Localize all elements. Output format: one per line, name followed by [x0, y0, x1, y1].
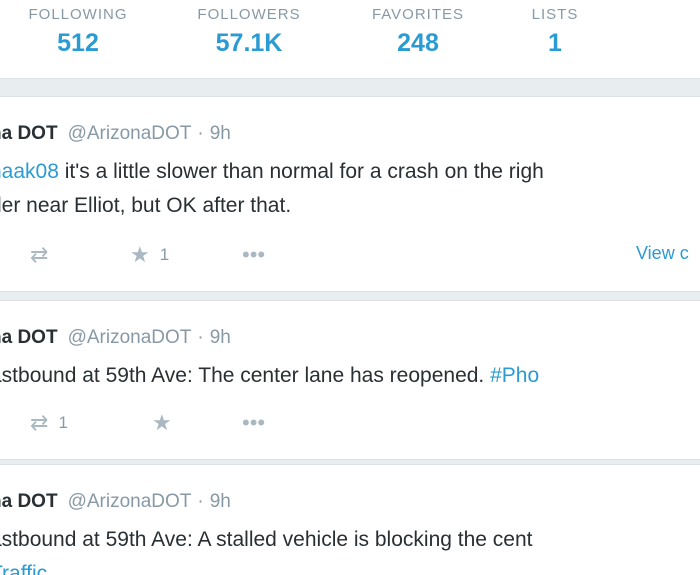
- stat-favorites-value: 248: [397, 29, 439, 57]
- hashtag-link[interactable]: Traffic: [0, 562, 47, 575]
- stat-favorites[interactable]: FAVORITES 248: [356, 0, 480, 58]
- tweet-text-line: haak08 it's a little slower than normal …: [0, 155, 700, 189]
- stat-lists-value: 1: [548, 29, 562, 57]
- tweet-text: haak08 it's a little slower than normal …: [0, 155, 700, 223]
- author-handle[interactable]: @ArizonaDOT: [68, 327, 192, 348]
- tweet-text-line: astbound at 59th Ave: The center lane ha…: [0, 359, 700, 393]
- tweet-timestamp[interactable]: 9h: [210, 327, 231, 348]
- profile-page: FOLLOWING 512 FOLLOWERS 57.1K FAVORITES …: [0, 0, 700, 575]
- more-icon: •••: [242, 410, 266, 435]
- author-name[interactable]: na DOT: [0, 123, 58, 144]
- stat-followers-value: 57.1K: [215, 29, 283, 57]
- stat-following-value: 512: [57, 29, 99, 57]
- stat-followers-label: FOLLOWERS: [197, 6, 301, 23]
- more-icon: •••: [242, 242, 266, 267]
- author-name[interactable]: na DOT: [0, 491, 58, 512]
- tweet-text: astbound at 59th Ave: A stalled vehicle …: [0, 523, 700, 575]
- more-button[interactable]: •••: [242, 241, 265, 269]
- separator-dot: ·: [197, 327, 204, 348]
- tweet-timestamp[interactable]: 9h: [210, 491, 231, 512]
- star-icon: ★: [130, 242, 150, 267]
- stat-lists[interactable]: LISTS 1: [520, 0, 590, 58]
- stat-following[interactable]: FOLLOWING 512: [14, 0, 142, 58]
- tweet[interactable]: na DOT @ArizonaDOT· 9h astbound at 59th Av…: [0, 464, 700, 575]
- profile-stats-bar: FOLLOWING 512 FOLLOWERS 57.1K FAVORITES …: [0, 0, 700, 79]
- tweet-timestamp[interactable]: 9h: [210, 123, 231, 144]
- tweet-text-line: Traffic: [0, 557, 700, 575]
- tweet-text-line: astbound at 59th Ave: A stalled vehicle …: [0, 528, 533, 551]
- tweet-text-segment: astbound at 59th Ave: The center lane ha…: [0, 364, 491, 387]
- retweet-icon: ⇄: [30, 410, 49, 435]
- tweet-text-line: der near Elliot, but OK after that.: [0, 194, 292, 217]
- favorite-button[interactable]: ★ 1: [130, 241, 169, 269]
- stat-favorites-label: FAVORITES: [371, 6, 465, 23]
- stat-followers[interactable]: FOLLOWERS 57.1K: [184, 0, 314, 58]
- retweet-count: 1: [58, 413, 68, 432]
- stat-following-label: FOLLOWING: [28, 6, 128, 23]
- stat-lists-label: LISTS: [531, 6, 579, 23]
- mention-link[interactable]: haak08: [0, 160, 59, 183]
- retweet-button[interactable]: ⇄: [30, 241, 48, 269]
- tweet-header: na DOT @ArizonaDOT· 9h: [0, 327, 231, 349]
- tweet-header: na DOT @ArizonaDOT· 9h: [0, 491, 231, 513]
- tweet[interactable]: na DOT @ArizonaDOT· 9h astbound at 59th Av…: [0, 300, 700, 460]
- tweet-actions: ⇄ 1 ★ •••: [0, 409, 700, 439]
- more-button[interactable]: •••: [242, 409, 265, 437]
- favorite-count: 1: [159, 245, 170, 264]
- tweet-actions: ⇄ ★ 1 ••• View c: [0, 241, 700, 271]
- tweet-text: astbound at 59th Ave: The center lane ha…: [0, 359, 700, 393]
- tweet-text-segment: it's a little slower than normal for a c…: [58, 160, 544, 183]
- author-name[interactable]: na DOT: [0, 327, 58, 348]
- favorite-button[interactable]: ★: [152, 409, 172, 437]
- star-icon: ★: [152, 410, 172, 435]
- view-conversation-link[interactable]: View c: [636, 243, 689, 264]
- tweet[interactable]: na DOT @ArizonaDOT· 9h haak08 it's a littl…: [0, 96, 700, 292]
- separator-dot: ·: [197, 123, 204, 144]
- tweet-header: na DOT @ArizonaDOT· 9h: [0, 123, 231, 145]
- retweet-button[interactable]: ⇄ 1: [30, 409, 68, 437]
- author-handle[interactable]: @ArizonaDOT: [68, 491, 192, 512]
- hashtag-link[interactable]: #Pho: [490, 364, 539, 387]
- retweet-icon: ⇄: [30, 242, 49, 267]
- author-handle[interactable]: @ArizonaDOT: [68, 123, 192, 144]
- separator-dot: ·: [197, 491, 204, 512]
